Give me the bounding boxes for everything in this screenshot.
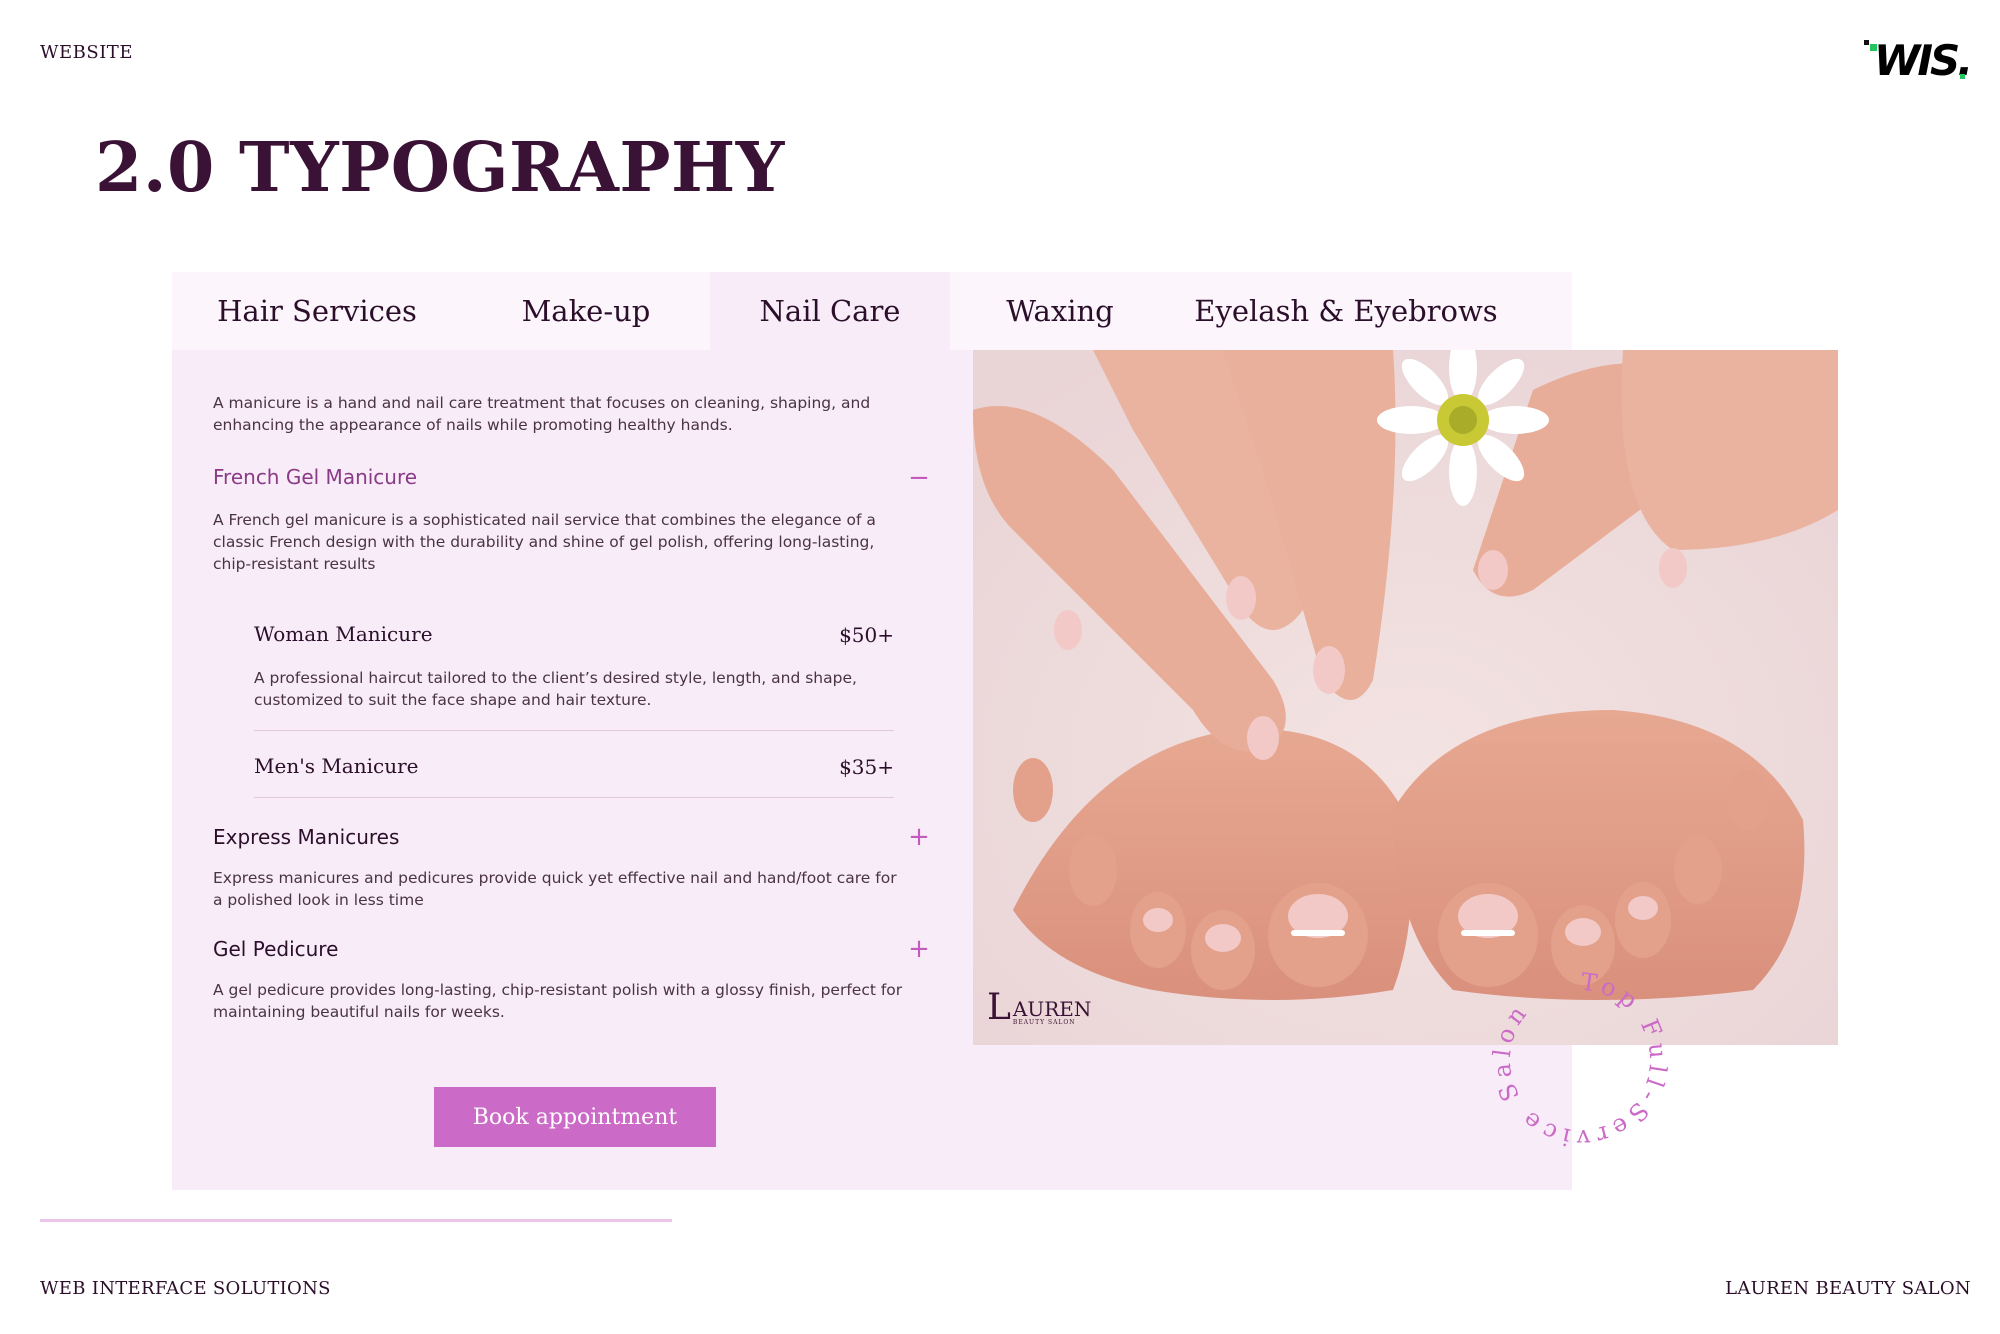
expand-icon[interactable]: + <box>908 824 930 850</box>
nail-care-intro: A manicure is a hand and nail care treat… <box>213 394 871 434</box>
book-appointment-button[interactable]: Book appointment <box>434 1087 716 1147</box>
footer-right-label: LAUREN BEAUTY SALON <box>1725 1278 1971 1299</box>
lauren-logo-sub: BEAUTY SALON <box>1012 1019 1076 1026</box>
divider <box>254 797 894 798</box>
expand-icon[interactable]: + <box>908 936 930 962</box>
divider <box>254 730 894 731</box>
page-title: 2.0 TYPOGRAPHY <box>95 128 785 208</box>
lauren-logo-initial: L <box>987 987 1011 1028</box>
section-label: WEBSITE <box>40 42 133 63</box>
footer-left-label: WEB INTERFACE SOLUTIONS <box>40 1278 331 1299</box>
collapse-icon[interactable]: − <box>908 465 930 491</box>
badge-text: Top Full-Service Salon <box>1488 968 1668 1152</box>
wis-logo: WIS. <box>1858 36 1973 86</box>
service-price: $35+ <box>839 755 894 779</box>
service-tabs: Hair Services Make-up Nail Care Waxing E… <box>172 272 1572 350</box>
tab-waxing[interactable]: Waxing <box>950 272 1170 350</box>
footer-divider <box>40 1219 672 1222</box>
accordion-title-french-gel[interactable]: French Gel Manicure <box>213 465 417 489</box>
accordion-title-express[interactable]: Express Manicures <box>213 825 399 849</box>
service-name: Men's Manicure <box>254 754 419 778</box>
lauren-logo: L AUREN BEAUTY SALON <box>987 987 1092 1028</box>
nail-care-photo: L AUREN BEAUTY SALON <box>973 350 1838 1045</box>
tab-hair-services[interactable]: Hair Services <box>172 272 462 350</box>
accordion-desc-express: Express manicures and pedicures provide … <box>213 869 897 909</box>
service-price: $50+ <box>839 623 894 647</box>
full-service-badge: Top Full-Service Salon <box>1488 968 1672 1152</box>
tab-eyelash-eyebrows[interactable]: Eyelash & Eyebrows <box>1170 272 1522 350</box>
tab-make-up[interactable]: Make-up <box>462 272 710 350</box>
accordion-desc-french-gel: A French gel manicure is a sophisticated… <box>213 511 876 573</box>
hands-feet-illustration <box>973 350 1838 1045</box>
lauren-logo-name: AUREN <box>1012 997 1092 1021</box>
logo-text: WIS. <box>1874 36 1973 85</box>
service-name: Woman Manicure <box>254 622 433 646</box>
service-desc: A professional haircut tailored to the c… <box>254 669 857 709</box>
accordion-desc-gel-pedicure: A gel pedicure provides long-lasting, ch… <box>213 981 903 1021</box>
svg-text:Top Full-Service Salon: Top Full-Service Salon <box>1488 968 1672 1152</box>
tab-nail-care[interactable]: Nail Care <box>710 272 950 350</box>
accordion-title-gel-pedicure[interactable]: Gel Pedicure <box>213 937 338 961</box>
